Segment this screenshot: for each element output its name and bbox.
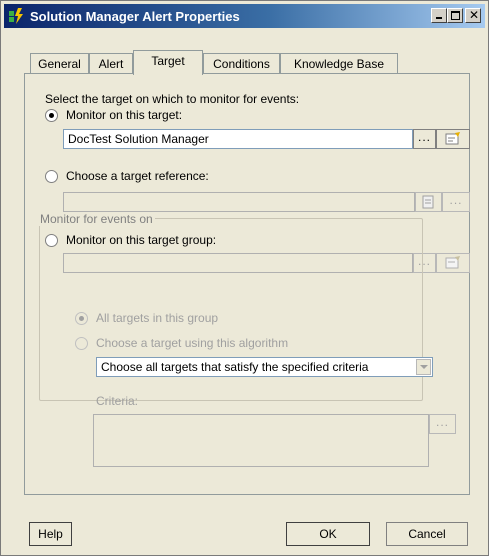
criteria-browse-button[interactable]: ...: [429, 414, 456, 434]
target-field[interactable]: DocTest Solution Manager: [63, 129, 413, 149]
algorithm-select[interactable]: Choose all targets that satisfy the spec…: [96, 357, 433, 377]
chevron-down-icon[interactable]: [416, 359, 431, 375]
target-reference-label: Choose a target reference:: [66, 169, 209, 183]
target-reference-field[interactable]: [63, 192, 415, 212]
reference-icon: [422, 195, 433, 209]
cancel-button[interactable]: Cancel: [386, 522, 468, 546]
tab-label: General: [38, 57, 81, 71]
tab-label: Target: [151, 54, 185, 68]
help-button[interactable]: Help: [29, 522, 72, 546]
criteria-field[interactable]: [93, 414, 429, 467]
target-properties-button[interactable]: [436, 129, 470, 149]
tab-alert[interactable]: Alert: [89, 53, 133, 73]
group-properties-button[interactable]: [436, 253, 470, 273]
tab-knowledge-base[interactable]: Knowledge Base: [280, 53, 398, 73]
monitor-target-radio[interactable]: [45, 109, 58, 122]
properties-icon: [445, 132, 460, 145]
monitor-target-label: Monitor on this target:: [66, 108, 183, 122]
tab-target[interactable]: Target: [133, 50, 203, 75]
intro-label: Select the target on which to monitor fo…: [45, 92, 300, 106]
maximize-button[interactable]: [447, 8, 463, 23]
window-title: Solution Manager Alert Properties: [30, 9, 240, 24]
algorithm-radio[interactable]: [75, 337, 88, 350]
tab-conditions[interactable]: Conditions: [203, 53, 280, 73]
tab-general[interactable]: General: [30, 53, 89, 73]
minimize-button[interactable]: [431, 8, 447, 23]
criteria-label: Criteria:: [96, 394, 139, 408]
all-targets-radio[interactable]: [75, 312, 88, 325]
title-bar[interactable]: Solution Manager Alert Properties ✕: [4, 4, 485, 28]
reference-browse-button[interactable]: ...: [442, 192, 470, 212]
groupbox-title: Monitor for events on: [38, 212, 155, 226]
properties-icon: [445, 256, 460, 269]
close-icon: ✕: [469, 8, 480, 22]
ok-button[interactable]: OK: [286, 522, 370, 546]
all-targets-label: All targets in this group: [96, 311, 219, 325]
target-browse-button[interactable]: ...: [413, 129, 436, 149]
solution-manager-icon: [9, 8, 23, 24]
tab-label: Conditions: [213, 57, 270, 71]
algorithm-label: Choose a target using this algorithm: [96, 336, 289, 350]
reference-select-button[interactable]: [415, 192, 442, 212]
target-reference-radio[interactable]: [45, 170, 58, 183]
algorithm-selected-value: Choose all targets that satisfy the spec…: [101, 360, 369, 374]
tab-label: Alert: [98, 57, 124, 71]
close-button[interactable]: ✕: [465, 8, 481, 23]
tab-label: Knowledge Base: [293, 57, 385, 71]
